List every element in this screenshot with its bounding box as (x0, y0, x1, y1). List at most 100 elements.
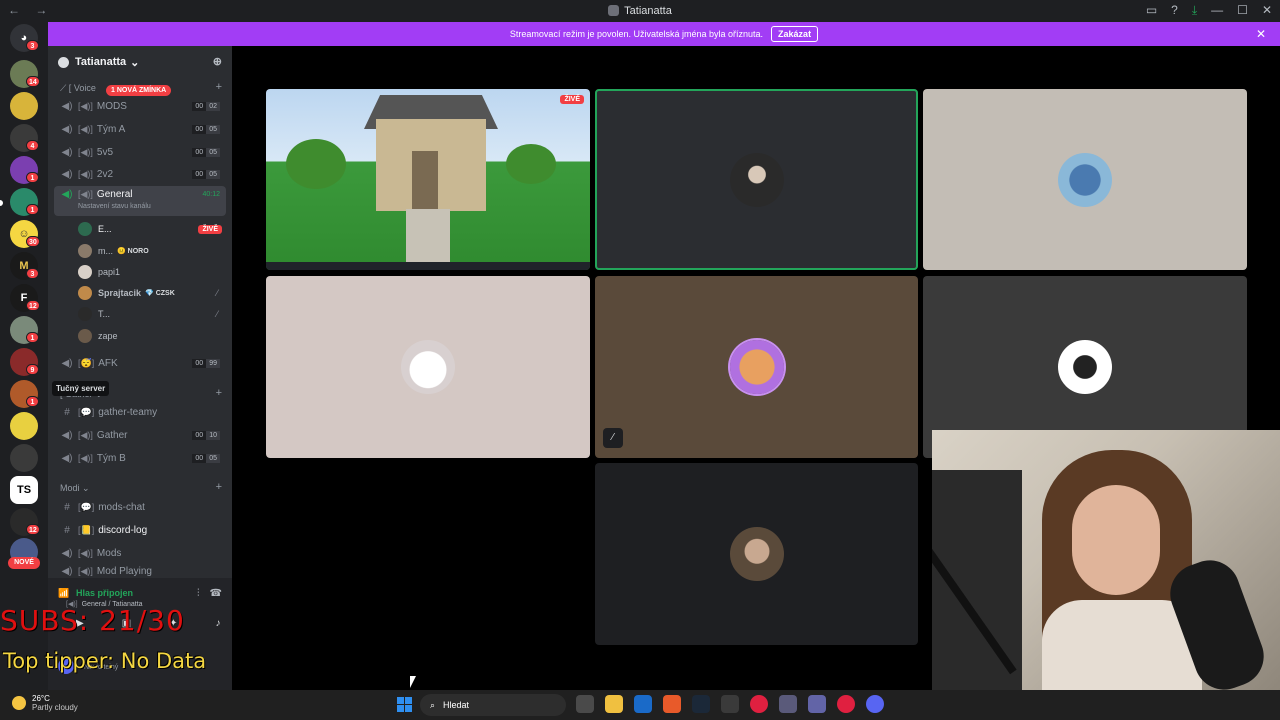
add-channel-icon[interactable]: + (216, 387, 222, 399)
game-stream (266, 89, 590, 270)
user-count: 00 10 (192, 430, 220, 440)
user-count: 00 99 (192, 358, 220, 368)
participant-tile[interactable] (595, 463, 918, 645)
voice-icon: ◀) (61, 100, 73, 112)
participant-tile[interactable] (595, 89, 918, 270)
guild-header[interactable]: Tatianatta ⌄ ⊕ (48, 46, 232, 78)
channel-5v5[interactable]: ◀) [◀)] 5v5 00 05 (54, 142, 226, 162)
voice-user[interactable]: Sprajtacik 💎 CZSK ⁄ (78, 284, 228, 302)
subs-overlay: SUBS: 21/30 (0, 604, 185, 637)
channel-general[interactable]: ◀) [◀)] General 40:12 Nastavení stavu kan… (54, 186, 226, 216)
badge: 30 (26, 236, 40, 247)
disable-button[interactable]: Zakázat (771, 26, 819, 42)
channel-status[interactable]: Nastavení stavu kanálu (78, 203, 151, 210)
voice-user[interactable]: T... ⁄ (78, 305, 228, 323)
hash-icon: # (64, 406, 70, 418)
taskbar-preview (266, 262, 590, 270)
new-servers-pill[interactable]: NOVÉ (8, 557, 40, 569)
avatar (729, 527, 784, 581)
user-count: 00 02 (192, 101, 220, 111)
category-modi[interactable]: Modi ⌄ (60, 483, 90, 494)
minimize-button[interactable]: — (1211, 3, 1223, 18)
unread-pip (0, 200, 3, 206)
task-view-icon[interactable] (576, 695, 594, 713)
live-badge: ŽIVĚ (198, 224, 222, 234)
live-badge: ŽIVĚ (560, 95, 584, 104)
user-tag: 😐 NORO (117, 248, 149, 255)
server-icon[interactable] (10, 412, 38, 440)
voice-icon: ◀) (61, 168, 73, 180)
youtube-icon[interactable] (837, 695, 855, 713)
start-button[interactable] (397, 697, 412, 712)
close-window-button[interactable]: ✕ (1262, 3, 1272, 18)
avatar (78, 329, 92, 343)
outlook-icon[interactable] (634, 695, 652, 713)
voice-icon: ◀) (61, 123, 73, 135)
file-explorer-icon[interactable] (605, 695, 623, 713)
avatar (1058, 340, 1112, 394)
add-channel-icon[interactable]: + (216, 481, 222, 493)
chrome-icon[interactable] (721, 695, 739, 713)
teams-icon[interactable] (808, 695, 826, 713)
maximize-button[interactable]: ☐ (1237, 3, 1248, 18)
taskbar-search[interactable]: ⌕ Hledat (420, 694, 566, 716)
channel-gather[interactable]: ◀) [◀)] Gather 00 10 (54, 425, 226, 445)
taskbar-apps (576, 695, 884, 713)
inbox-icon[interactable]: ▭ (1146, 3, 1157, 18)
server-icon[interactable]: TS (10, 476, 38, 504)
avatar (78, 286, 92, 300)
help-icon[interactable]: ? (1171, 3, 1178, 18)
channel-tym-b[interactable]: ◀) [◀)] Tým B 00 05 (54, 448, 226, 468)
avatar (78, 265, 92, 279)
voice-user[interactable]: papi1 (78, 263, 228, 281)
channel-afk[interactable]: ◀) [😴] AFK 00 99 (54, 353, 226, 373)
badge: 1 (26, 332, 39, 343)
steam-icon[interactable] (692, 695, 710, 713)
avatar (1058, 152, 1112, 207)
voice-status[interactable]: Hlas připojen (76, 588, 133, 598)
channel-tym-a[interactable]: ◀) [◀)] Tým A 00 05 (54, 119, 226, 139)
voice-user[interactable]: E... ŽIVĚ (78, 220, 228, 238)
server-rail: ◕ 3 14 4 1 1 ☺ 30 M 3 F 12 1 9 1 TS 12 N… (0, 22, 48, 690)
channel-gather-teamy[interactable]: # [💬] gather-teamy (54, 402, 226, 422)
weather-widget[interactable]: 26°C Partly cloudy (12, 694, 78, 712)
channel-mods-chat[interactable]: # [💬] mods-chat (54, 497, 226, 517)
avatar (729, 152, 784, 207)
participant-tile[interactable] (923, 89, 1247, 270)
badge: 12 (26, 300, 40, 311)
webcam-overlay (932, 430, 1280, 690)
voice-user[interactable]: zape (78, 327, 228, 345)
voice-user[interactable]: m... 😐 NORO (78, 242, 228, 260)
channel-discord-log[interactable]: # [📒] discord-log (54, 520, 226, 540)
add-member-icon[interactable]: ⊕ (213, 55, 222, 68)
soundboard-icon[interactable]: ♪ (216, 618, 221, 629)
badge: 4 (26, 140, 39, 151)
channel-2v2[interactable]: ◀) [◀)] 2v2 00 05 (54, 164, 226, 184)
media-icon[interactable] (750, 695, 768, 713)
close-icon[interactable]: ✕ (1256, 27, 1266, 41)
discord-icon[interactable] (866, 695, 884, 713)
streamer-mode-banner: Streamovací režim je povolen. Uživatelsk… (48, 22, 1280, 46)
noise-suppression-icon[interactable]: ⫶ (197, 588, 200, 599)
channel-mods-voice[interactable]: ◀) [◀)] Mods (54, 543, 226, 563)
channel-sidebar: Tatianatta ⌄ ⊕ ⟋ [ Voice + 1 NOVÁ ZMÍNKA… (48, 46, 232, 690)
channel-mod-playing[interactable]: ◀) [◀)] Mod Playing (54, 565, 226, 577)
badge: 12 (26, 524, 40, 535)
server-icon[interactable] (10, 92, 38, 120)
disconnect-icon[interactable]: ☎ (210, 588, 222, 599)
category-voice[interactable]: ⟋ [ Voice (60, 83, 96, 94)
stream-tile[interactable]: ŽIVĚ (266, 89, 590, 270)
guild-name: Tatianatta (75, 56, 127, 68)
download-icon[interactable]: ⤓ (1192, 3, 1197, 18)
badge: 3 (26, 268, 39, 279)
app-icon[interactable] (779, 695, 797, 713)
participant-tile[interactable] (266, 276, 590, 458)
voice-icon: ◀) (61, 452, 73, 464)
new-mention-pill[interactable]: 1 NOVÁ ZMÍNKA (106, 85, 172, 96)
server-icon[interactable] (10, 444, 38, 472)
brave-icon[interactable] (663, 695, 681, 713)
channel-mods[interactable]: ◀) [◀)] MODS 00 02 (54, 96, 226, 116)
participant-tile[interactable]: ⁄ (595, 276, 918, 458)
search-icon: ⌕ (430, 699, 436, 710)
add-channel-icon[interactable]: + (216, 81, 222, 93)
